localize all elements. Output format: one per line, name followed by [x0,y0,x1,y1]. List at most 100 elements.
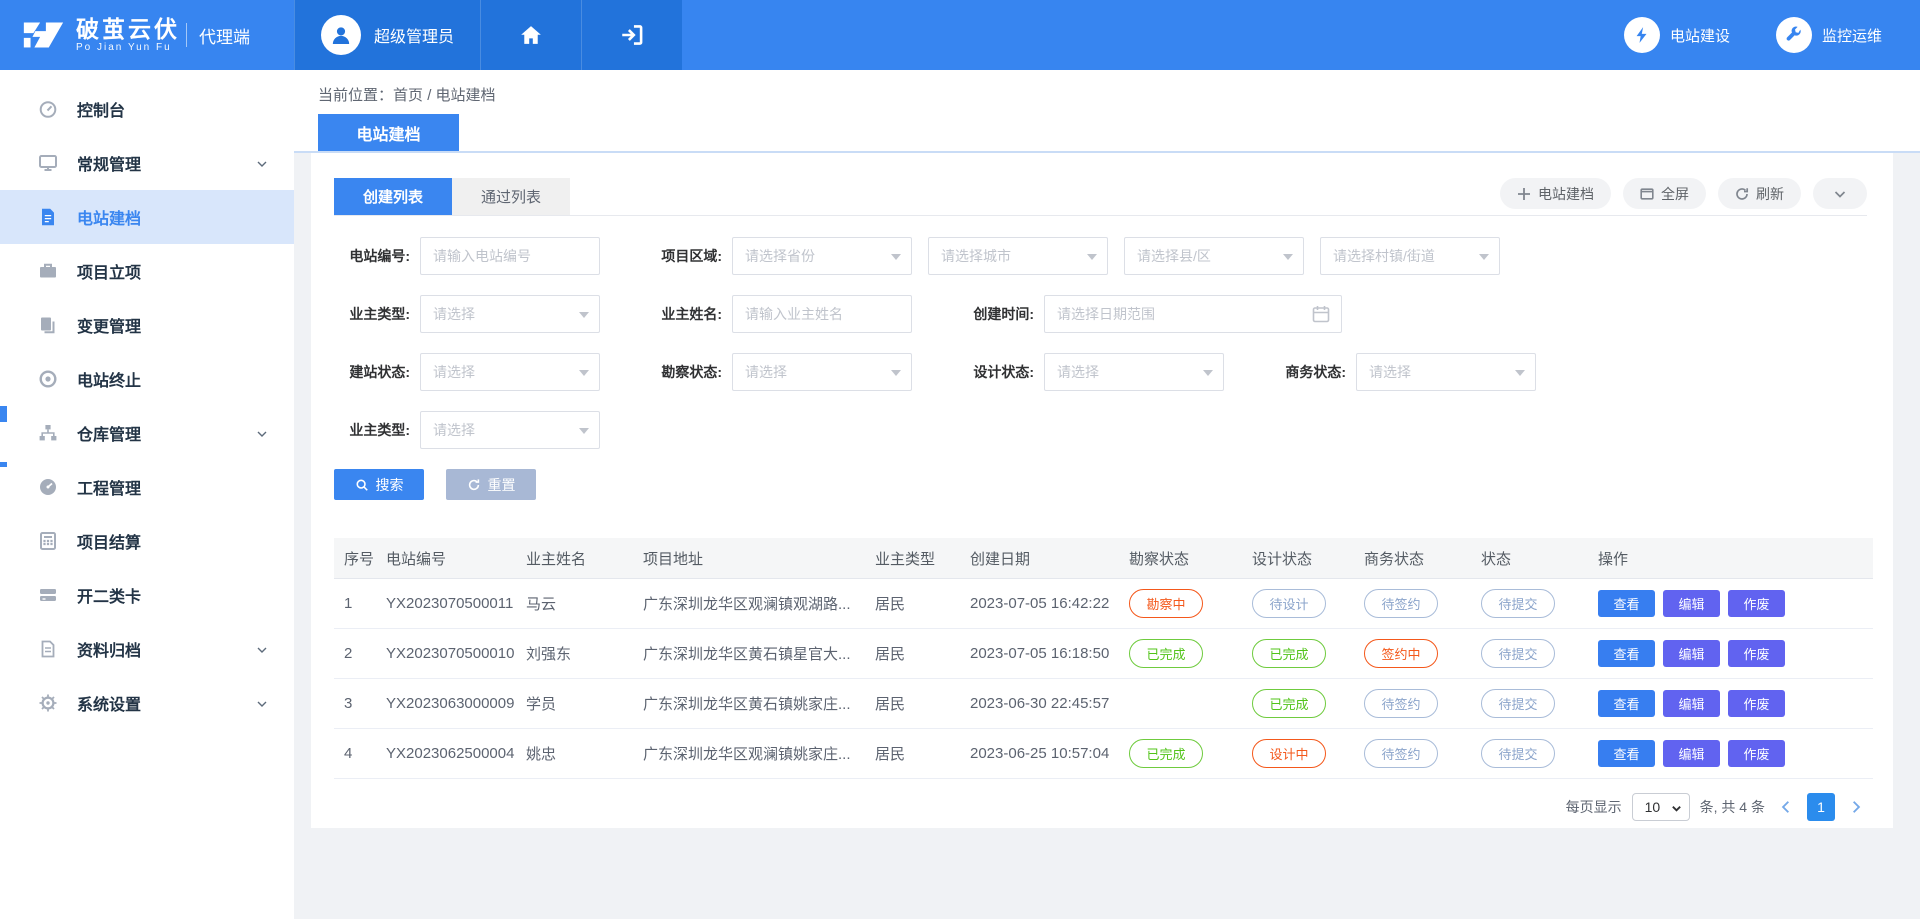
sidebar-item-engineering-manage[interactable]: 工程管理 [0,460,294,514]
design-status-select[interactable]: 请选择 [1044,353,1224,391]
column-header: 电站编号 [376,538,516,579]
fullscreen-button[interactable]: 全屏 [1623,178,1706,209]
cell-survey-status: 已完成 [1119,729,1242,779]
brand: 破茧云伏 Po Jian Yun Fu 代理端 [0,0,294,70]
city-select[interactable]: 请选择城市 [928,237,1108,275]
void-button[interactable]: 作废 [1728,740,1785,767]
status-badge: 设计中 [1252,739,1326,768]
cell-survey-status: 勘察中 [1119,579,1242,629]
project-settlement-icon [38,530,60,552]
placeholder-text: 请选择 [433,420,475,440]
build-status-select[interactable]: 请选择 [420,353,600,391]
page-body: 创建列表通过列表 电站建档全屏刷新 电站编号:请输入电站编号项目区域:请选择省份… [294,153,1920,828]
status-badge: 待设计 [1252,589,1326,618]
chevron-right-icon [1849,800,1863,814]
edit-button[interactable]: 编辑 [1663,640,1720,667]
nav-station-build[interactable]: 电站建设 [1624,17,1730,53]
filter-label: 建站状态: [334,362,410,382]
edit-button[interactable]: 编辑 [1663,690,1720,717]
add-station-button[interactable]: 电站建档 [1500,178,1611,209]
tab-passed-list[interactable]: 通过列表 [452,178,570,215]
void-button[interactable]: 作废 [1728,590,1785,617]
caret-down-icon [579,370,589,376]
sidebar-item-project-settlement[interactable]: 项目结算 [0,514,294,568]
caret-down-icon [1283,254,1293,260]
caret-down-icon [579,428,589,434]
lightning-icon [1624,17,1660,53]
status-badge: 待签约 [1364,589,1438,618]
cell-status: 待提交 [1471,579,1588,629]
sidebar-item-second-card[interactable]: 开二类卡 [0,568,294,622]
sidebar-item-station-terminate[interactable]: 电站终止 [0,352,294,406]
user-menu[interactable]: 超级管理员 [294,0,480,70]
placeholder-text: 请输入业主姓名 [745,304,843,324]
nav-monitor-ops[interactable]: 监控运维 [1776,17,1882,53]
survey-status-select[interactable]: 请选择 [732,353,912,391]
per-page-label: 每页显示 [1566,797,1622,817]
view-button[interactable]: 查看 [1598,640,1655,667]
sidebar-item-general-manage[interactable]: 常规管理 [0,136,294,190]
column-header: 业主姓名 [516,538,633,579]
sidebar-item-warehouse-manage[interactable]: 仓库管理 [0,406,294,460]
cell-status: 待提交 [1471,729,1588,779]
tab-create-list[interactable]: 创建列表 [334,178,452,215]
page-number-1[interactable]: 1 [1807,793,1835,821]
edit-button[interactable]: 编辑 [1663,590,1720,617]
per-page-value: 10 [1645,799,1661,815]
sidebar-scrollbar-thumb[interactable] [0,406,7,422]
void-button[interactable]: 作废 [1728,640,1785,667]
edit-button[interactable]: 编辑 [1663,740,1720,767]
reset-icon [467,478,481,492]
logout-button[interactable] [581,0,682,70]
sidebar-item-change-manage[interactable]: 变更管理 [0,298,294,352]
status-badge: 待提交 [1481,639,1555,668]
caret-down-icon [1087,254,1097,260]
view-button[interactable]: 查看 [1598,690,1655,717]
home-button[interactable] [480,0,581,70]
column-header: 创建日期 [960,538,1119,579]
sidebar-item-console[interactable]: 控制台 [0,82,294,136]
caret-down-icon [1203,370,1213,376]
create-time-input[interactable]: 请选择日期范围 [1044,295,1342,333]
cell-owner-name: 学员 [516,679,633,729]
cell-station-code: YX2023063000009 [376,679,516,729]
sidebar-item-project-initiation[interactable]: 项目立项 [0,244,294,298]
sidebar-item-station-archive[interactable]: 电站建档 [0,190,294,244]
sidebar-scrollbar-thumb[interactable] [0,462,7,467]
app-page: 破茧云伏 Po Jian Yun Fu 代理端 超级管理员 [0,0,1920,919]
page-tab-station-archive[interactable]: 电站建档 [318,114,459,151]
per-page-select[interactable]: 10 [1632,793,1690,821]
user-icon [329,23,353,47]
search-button[interactable]: 搜索 [334,469,424,500]
sidebar-item-label: 电站终止 [77,367,141,391]
view-button[interactable]: 查看 [1598,590,1655,617]
sidebar-item-data-archive[interactable]: 资料归档 [0,622,294,676]
caret-down-icon [891,370,901,376]
owner-type-2-select[interactable]: 请选择 [420,411,600,449]
owner-name-input[interactable]: 请输入业主姓名 [732,295,912,333]
breadcrumb-home[interactable]: 首页 [393,87,423,104]
collapse-button[interactable] [1813,178,1867,209]
chevron-down-icon [256,643,268,655]
owner-type-select[interactable]: 请选择 [420,295,600,333]
sidebar-item-system-settings[interactable]: 系统设置 [0,676,294,730]
reset-button-label: 重置 [488,475,516,495]
village-select[interactable]: 请选择村镇/街道 [1320,237,1500,275]
county-select[interactable]: 请选择县/区 [1124,237,1304,275]
province-select[interactable]: 请选择省份 [732,237,912,275]
calendar-icon [1311,304,1331,329]
station-code-input[interactable]: 请输入电站编号 [420,237,600,275]
cell-actions: 查看编辑作废 [1588,679,1873,729]
refresh-icon [1735,187,1749,201]
next-page-button[interactable] [1845,793,1867,821]
prev-page-button[interactable] [1775,793,1797,821]
placeholder-text: 请选择 [1369,362,1411,382]
business-status-select[interactable]: 请选择 [1356,353,1536,391]
view-button[interactable]: 查看 [1598,740,1655,767]
void-button[interactable]: 作废 [1728,690,1785,717]
cell-index: 3 [334,679,376,729]
reset-button[interactable]: 重置 [446,469,536,500]
status-badge: 已完成 [1129,639,1203,668]
brand-divider [186,23,187,47]
refresh-button[interactable]: 刷新 [1718,178,1801,209]
